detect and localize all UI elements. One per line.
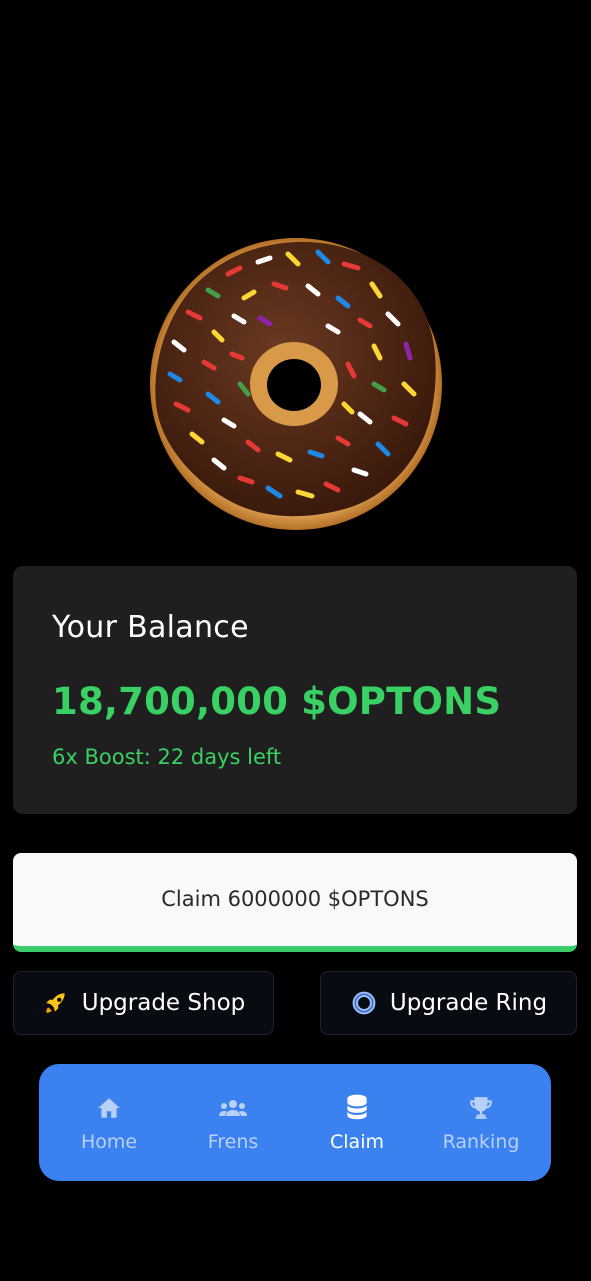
upgrade-ring-button[interactable]: Upgrade Ring [320, 971, 577, 1035]
nav-item-frens[interactable]: Frens [178, 1093, 288, 1153]
balance-card: Your Balance 18,700,000 $OPTONS 6x Boost… [13, 566, 577, 814]
nav-item-ranking[interactable]: Ranking [426, 1093, 536, 1153]
home-icon [94, 1093, 124, 1123]
nav-label-frens: Frens [207, 1130, 259, 1153]
nav-label-home: Home [80, 1130, 138, 1153]
nav-item-home[interactable]: Home [54, 1093, 164, 1153]
ring-icon [350, 989, 378, 1017]
bottom-nav: Home Frens Claim Ranking [39, 1064, 551, 1181]
boost-status: 6x Boost: 22 days left [52, 745, 282, 769]
upgrade-ring-label: Upgrade Ring [389, 990, 548, 1016]
nav-label-ranking: Ranking [442, 1130, 520, 1153]
nav-label-claim: Claim [330, 1130, 384, 1153]
trophy-icon [466, 1093, 496, 1123]
coins-icon [342, 1093, 372, 1123]
upgrade-shop-button[interactable]: Upgrade Shop [13, 971, 274, 1035]
claim-button-label: Claim 6000000 $OPTONS [161, 886, 429, 911]
balance-amount: 18,700,000 $OPTONS [52, 680, 502, 723]
rocket-icon [42, 989, 70, 1017]
donut-image[interactable] [148, 234, 444, 532]
balance-label: Your Balance [52, 610, 249, 645]
claim-button[interactable]: Claim 6000000 $OPTONS [13, 853, 577, 952]
nav-item-claim[interactable]: Claim [302, 1093, 412, 1153]
users-icon [218, 1093, 248, 1123]
upgrade-shop-label: Upgrade Shop [81, 990, 246, 1016]
